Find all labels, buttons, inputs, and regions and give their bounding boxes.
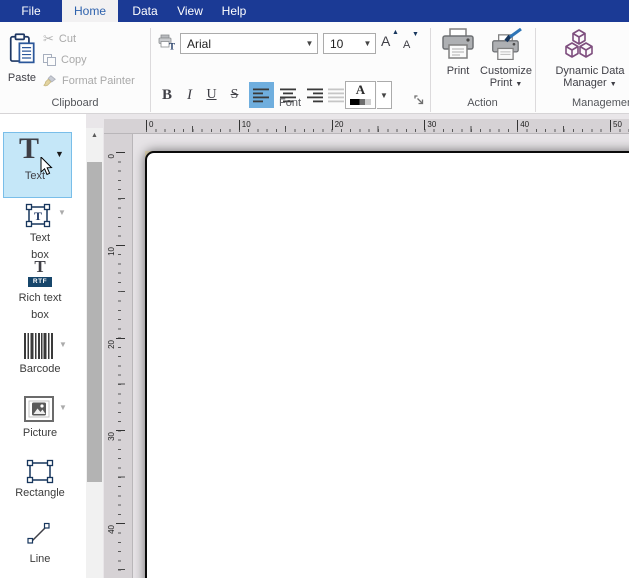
customize-print-dropdown-icon: ▼	[515, 81, 522, 88]
toolbox-panel: T ▼ Text T ▼ Text box T RTF	[0, 114, 86, 578]
picture-dropdown-icon[interactable]: ▼	[59, 403, 67, 412]
barcode-dropdown-icon[interactable]: ▼	[59, 340, 67, 349]
copy-label: Copy	[61, 54, 87, 66]
shrink-font-arrow-icon: ▼	[412, 31, 419, 38]
dynamic-data-label-2: Manager ▼	[545, 77, 629, 89]
h-ruler-mark-10: 10	[239, 120, 251, 130]
horizontal-ruler-ticks	[137, 124, 629, 132]
action-group-label: Action	[430, 97, 535, 109]
font-size-dropdown-icon: ▼	[360, 39, 375, 48]
svg-text:T: T	[169, 42, 175, 51]
v-ruler-mark-0: 0	[107, 152, 117, 174]
cut-label: Cut	[59, 33, 76, 45]
line-label: Line	[0, 551, 80, 568]
paste-label: Paste	[4, 72, 40, 84]
dynamic-data-dropdown-icon: ▼	[610, 81, 617, 88]
printer-font-icon[interactable]: T	[158, 34, 176, 50]
print-button[interactable]: Print	[436, 28, 480, 98]
v-ruler-mark-20: 20	[107, 338, 117, 360]
text-tool-label: Text	[4, 170, 66, 182]
menu-tab-view[interactable]: View	[168, 0, 212, 22]
textbox-dropdown-icon[interactable]: ▼	[58, 208, 66, 217]
menu-tab-home[interactable]: Home	[62, 0, 118, 22]
canvas-viewport	[133, 134, 629, 578]
font-family-dropdown-icon: ▼	[302, 39, 317, 48]
picture-tool-icon	[24, 396, 54, 422]
group-separator	[535, 28, 536, 112]
format-painter-button[interactable]: Format Painter	[43, 72, 135, 90]
tool-text[interactable]: T ▼ Text	[3, 132, 72, 198]
cubes-icon	[562, 28, 596, 60]
horizontal-ruler: 0 10 20 30 40 50	[104, 119, 629, 134]
v-ruler-mark-40: 40	[107, 523, 117, 545]
rectangle-tool-icon	[25, 458, 55, 485]
font-color-letter: A	[346, 82, 375, 98]
scrollbar-up-arrow-icon[interactable]: ▲	[86, 128, 103, 144]
menu-bar: File Home Data View Help	[0, 0, 629, 22]
rectangle-label: Rectangle	[0, 485, 80, 502]
richtext-label-1: Rich text	[0, 290, 80, 307]
label-design-canvas[interactable]	[145, 151, 629, 578]
barcode-tool-icon	[24, 333, 54, 359]
copy-icon	[43, 54, 56, 67]
mouse-cursor	[40, 157, 55, 177]
font-group-label: Font	[150, 97, 430, 109]
print-icon	[441, 28, 475, 60]
menu-tab-data[interactable]: Data	[122, 0, 168, 22]
dynamic-data-manager-button[interactable]: Dynamic Data Manager ▼	[545, 28, 629, 108]
vertical-ruler: 0 10 20 30 40	[104, 134, 133, 578]
shrink-font-button[interactable]: A ▼	[403, 35, 421, 55]
customize-print-button[interactable]: Customize Print ▼	[475, 28, 537, 108]
grow-font-button[interactable]: A ▲	[381, 33, 399, 53]
textbox-label-1: Text	[0, 230, 80, 247]
font-dialog-launcher-icon[interactable]	[414, 95, 425, 106]
scissors-icon: ✂	[43, 31, 54, 47]
text-tool-dropdown-icon[interactable]: ▼	[55, 149, 64, 159]
shrink-font-letter: A	[403, 39, 410, 51]
print-label: Print	[436, 65, 480, 77]
line-tool-icon	[27, 521, 53, 546]
rtf-badge: RTF	[28, 277, 52, 287]
font-size-value: 10	[324, 37, 360, 51]
vertical-ruler-ticks	[118, 140, 126, 578]
v-ruler-mark-10: 10	[107, 245, 117, 267]
dynamic-data-label-1: Dynamic Data	[545, 65, 629, 77]
text-tool-icon: T	[19, 132, 39, 166]
font-size-select[interactable]: 10 ▼	[323, 33, 376, 54]
workspace: T ▼ Text T ▼ Text box T RTF	[0, 114, 629, 578]
ribbon: Paste ✂ Cut Copy Format Painter Clipboar…	[0, 22, 629, 114]
toolbox-scrollbar[interactable]: ▲	[86, 128, 103, 578]
paste-button[interactable]: Paste	[4, 28, 40, 94]
font-family-value: Arial	[181, 37, 302, 51]
font-family-select[interactable]: Arial ▼	[180, 33, 318, 54]
format-painter-label: Format Painter	[62, 75, 135, 87]
cut-button[interactable]: ✂ Cut	[43, 30, 76, 48]
paste-clipboard-icon	[9, 30, 35, 67]
grow-font-letter: A	[381, 33, 390, 49]
richtext-label-2: box	[0, 307, 80, 324]
menu-tab-file[interactable]: File	[14, 0, 48, 22]
h-ruler-mark-50: 50	[610, 120, 622, 130]
richtext-tool-icon: T RTF	[27, 258, 53, 287]
h-ruler-mark-0: 0	[146, 120, 153, 130]
v-ruler-mark-30: 30	[107, 430, 117, 452]
picture-label: Picture	[0, 425, 80, 442]
customize-print-icon	[489, 28, 523, 60]
customize-print-label-2: Print ▼	[475, 77, 537, 89]
grow-font-arrow-icon: ▲	[392, 29, 399, 36]
management-group-label: Management	[572, 97, 629, 109]
h-ruler-mark-20: 20	[332, 120, 344, 130]
h-ruler-mark-30: 30	[424, 120, 436, 130]
textbox-tool-icon: T	[23, 202, 53, 230]
copy-button[interactable]: Copy	[43, 51, 87, 69]
format-painter-brush-icon	[43, 74, 57, 88]
scrollbar-thumb[interactable]	[87, 162, 102, 482]
customize-print-label-1: Customize	[475, 65, 537, 77]
clipboard-group-label: Clipboard	[0, 97, 150, 109]
h-ruler-mark-40: 40	[517, 120, 529, 130]
menu-tab-help[interactable]: Help	[212, 0, 256, 22]
svg-text:T: T	[34, 209, 42, 223]
barcode-label: Barcode	[0, 361, 80, 378]
